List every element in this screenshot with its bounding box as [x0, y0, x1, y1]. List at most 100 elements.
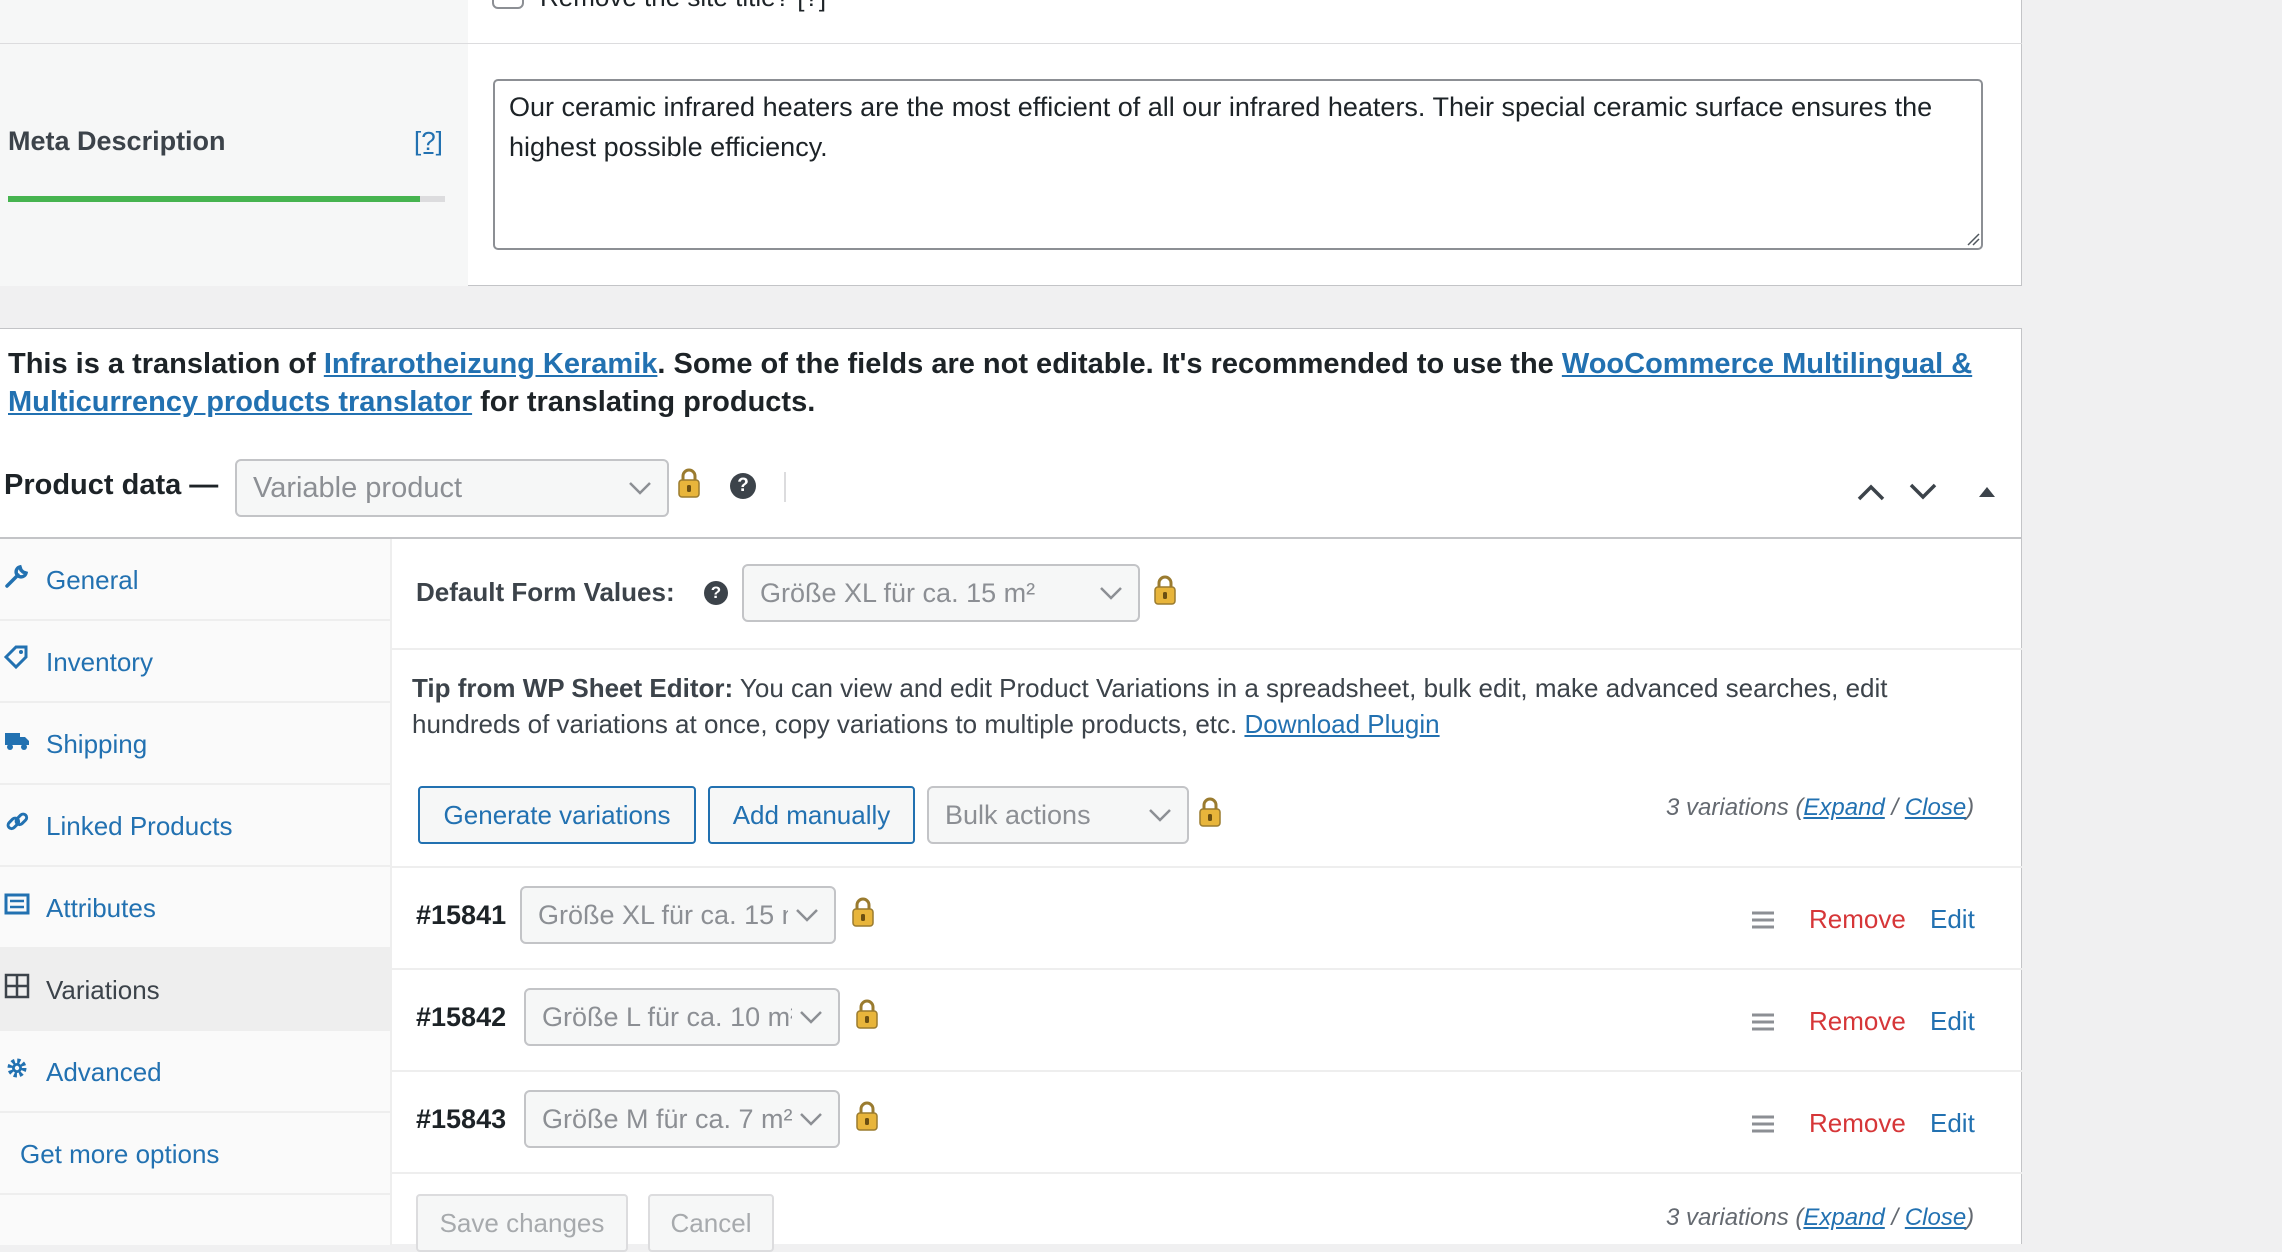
edit-variation-link[interactable]: Edit	[1930, 1108, 1975, 1139]
meta-description-textarea[interactable]: Our ceramic infrared heaters are the mos…	[493, 79, 1983, 250]
row-divider	[392, 1070, 2022, 1072]
lock-icon	[1154, 575, 1176, 605]
tab-get-more-options[interactable]: Get more options	[0, 1113, 390, 1195]
row-divider	[0, 43, 2022, 44]
meta-description-label: Meta Description	[8, 126, 226, 156]
variation-attribute-value: Größe M für ca. 7 m²	[542, 1103, 792, 1134]
remove-variation-link[interactable]: Remove	[1809, 1006, 1906, 1037]
tab-advanced[interactable]: Advanced	[0, 1031, 390, 1113]
remove-title-label: Remove the site title? [?]	[540, 0, 826, 13]
expand-link[interactable]: Expand	[1803, 1204, 1884, 1231]
variations-count: 3 variations (Expand / Close)	[1666, 1204, 1974, 1232]
save-changes-button[interactable]: Save changes	[416, 1194, 628, 1252]
section-divider	[392, 866, 2022, 868]
variation-id: #15843	[416, 1104, 507, 1134]
variation-attribute-value: Größe L für ca. 10 m²	[542, 1001, 792, 1032]
variations-count: 3 variations (Expand / Close)	[1666, 794, 1974, 822]
variation-attribute-select[interactable]: Größe XL für ca. 15 m²	[520, 886, 836, 944]
product-data-title: Product data —	[4, 469, 219, 501]
meta-length-progress	[8, 196, 445, 202]
product-data-tabs: General Inventory Shipping Linked Produc…	[0, 539, 392, 1245]
cancel-button[interactable]: Cancel	[648, 1194, 774, 1252]
drag-handle-icon[interactable]	[1750, 910, 1776, 930]
tab-label: Variations	[46, 975, 160, 1005]
variation-id: #15842	[416, 1002, 507, 1032]
download-plugin-link[interactable]: Download Plugin	[1244, 709, 1439, 739]
meta-description-help-link[interactable]: [?]	[414, 126, 443, 157]
tab-label: Get more options	[20, 1139, 220, 1169]
count-separator: /	[1884, 794, 1905, 821]
chevron-down-icon	[1098, 585, 1124, 601]
original-product-link[interactable]: Infrarotheizung Keramik	[324, 348, 658, 380]
toolbar-separator	[784, 472, 786, 502]
list-icon	[4, 893, 30, 915]
tab-general[interactable]: General	[0, 539, 390, 621]
drag-handle-icon[interactable]	[1750, 1012, 1776, 1032]
expand-link[interactable]: Expand	[1803, 794, 1884, 821]
translation-notice: This is a translation of Infrarotheizung…	[8, 345, 1988, 421]
lock-icon	[856, 999, 878, 1029]
tab-inventory[interactable]: Inventory	[0, 621, 390, 703]
truck-icon	[5, 733, 29, 750]
sheet-editor-tip: Tip from WP Sheet Editor: You can view a…	[412, 670, 2002, 742]
count-separator: /	[1884, 1204, 1905, 1231]
tag-icon	[4, 645, 28, 670]
notice-text: This is a translation of	[8, 348, 324, 380]
bulk-actions-select[interactable]: Bulk actions	[927, 786, 1189, 844]
close-link[interactable]: Close	[1905, 794, 1966, 821]
variation-attribute-select[interactable]: Größe L für ca. 10 m²	[524, 988, 840, 1046]
chevron-down-icon	[798, 1009, 824, 1025]
drag-handle-icon[interactable]	[1750, 1114, 1776, 1134]
add-manually-button[interactable]: Add manually	[708, 786, 915, 844]
section-divider	[392, 648, 2022, 650]
remove-title-checkbox[interactable]	[492, 0, 524, 9]
tab-label: Advanced	[46, 1057, 162, 1087]
remove-variation-link[interactable]: Remove	[1809, 1108, 1906, 1139]
count-text: 3 variations (	[1666, 1204, 1804, 1231]
chevron-down-icon	[794, 907, 820, 923]
help-icon[interactable]: ?	[730, 473, 756, 499]
link-icon	[6, 812, 29, 831]
default-form-values-label: Default Form Values:	[416, 577, 675, 607]
variation-attribute-select[interactable]: Größe M für ca. 7 m²	[524, 1090, 840, 1148]
tab-shipping[interactable]: Shipping	[0, 703, 390, 785]
move-up-icon[interactable]	[1854, 475, 1888, 509]
tab-label: Linked Products	[46, 811, 233, 841]
wrench-icon	[5, 564, 29, 588]
default-form-value: Größe XL für ca. 15 m²	[760, 577, 1036, 608]
product-type-value: Variable product	[253, 471, 463, 504]
move-down-icon[interactable]	[1906, 475, 1940, 509]
help-icon[interactable]: ?	[704, 581, 728, 605]
tab-linked-products[interactable]: Linked Products	[0, 785, 390, 867]
notice-text: for translating products.	[472, 386, 816, 418]
count-text: 3 variations (	[1666, 794, 1804, 821]
close-link[interactable]: Close	[1905, 1204, 1966, 1231]
meta-length-progress-fill	[8, 196, 421, 202]
count-end: )	[1966, 1204, 1975, 1231]
resize-grip-icon[interactable]	[1966, 232, 1980, 246]
lock-icon	[1199, 797, 1221, 827]
tab-label: Inventory	[46, 647, 153, 677]
row-divider	[392, 968, 2022, 970]
variation-attribute-value: Größe XL für ca. 15 m²	[538, 899, 788, 930]
notice-text: . Some of the fields are not editable. I…	[657, 348, 1562, 380]
product-type-select[interactable]: Variable product	[235, 459, 669, 517]
collapse-toggle-icon[interactable]	[1970, 475, 2004, 509]
default-form-value-select[interactable]: Größe XL für ca. 15 m²	[742, 564, 1140, 622]
tab-variations[interactable]: Variations	[0, 949, 390, 1031]
chevron-down-icon	[798, 1111, 824, 1127]
row-divider	[392, 1172, 2022, 1174]
bulk-actions-value: Bulk actions	[945, 799, 1091, 830]
remove-variation-link[interactable]: Remove	[1809, 904, 1906, 935]
tab-attributes[interactable]: Attributes	[0, 867, 390, 949]
lock-icon	[678, 468, 700, 498]
tab-label: Attributes	[46, 893, 156, 923]
generate-variations-button[interactable]: Generate variations	[418, 786, 696, 844]
lock-icon	[852, 897, 874, 927]
edit-variation-link[interactable]: Edit	[1930, 904, 1975, 935]
tip-title: Tip from WP Sheet Editor:	[412, 673, 734, 703]
edit-variation-link[interactable]: Edit	[1930, 1006, 1975, 1037]
chevron-down-icon	[627, 480, 653, 496]
grid-icon	[4, 973, 30, 999]
remove-title-row: Remove the site title? [?]	[492, 0, 826, 13]
